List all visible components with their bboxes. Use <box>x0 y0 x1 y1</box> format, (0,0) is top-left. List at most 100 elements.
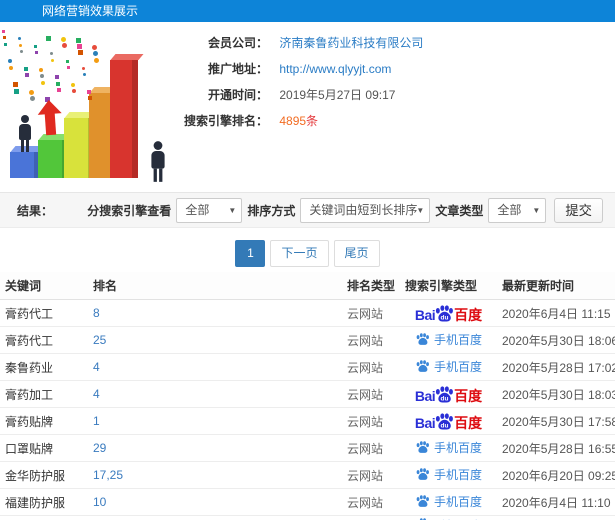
info-fields: 会员公司： 济南秦鲁药业科技有限公司 推广地址： http://www.qlyy… <box>172 34 423 138</box>
member-company-label: 会员公司： <box>207 36 268 50</box>
businessman-figure-right <box>151 141 165 182</box>
table-row: 膏药贴牌 1 云网站 Bai du 百度 2020年5月30日 17:58 <box>0 408 615 435</box>
baidu-pc-logo-icon: Bai du 百度 <box>414 304 483 322</box>
keyword-cell: 膏药贴牌 <box>5 414 54 429</box>
chevron-down-icon: ▼ <box>532 205 541 215</box>
engine-cell: Bai du 百度 <box>400 304 497 322</box>
open-time-label: 开通时间： <box>207 88 268 102</box>
baidu-mobile-logo-icon: 手机百度 <box>415 332 482 348</box>
keyword-cell: 金华防护服 <box>5 468 66 483</box>
table-header-row: 关键词 排名 排名类型 搜索引擎类型 最新更新时间 <box>0 272 615 300</box>
baidu-mobile-logo-icon: 手机百度 <box>415 494 482 510</box>
engine-cell: 手机百度 <box>400 494 497 510</box>
svg-text:du: du <box>441 314 449 321</box>
page-title: 网络营销效果展示 <box>42 4 139 18</box>
rank-cell: 10 <box>88 495 342 509</box>
header-engine-type: 搜索引擎类型 <box>405 279 478 293</box>
businessman-figure-left <box>19 115 31 152</box>
rank-cell: 25 <box>88 333 342 347</box>
results-table: 关键词 排名 排名类型 搜索引擎类型 最新更新时间 膏药代工 8 云网站 Bai… <box>0 272 615 520</box>
rank-link[interactable]: 1 <box>93 414 100 428</box>
table-row: 手机百度 <box>0 516 615 520</box>
rank-type-cell: 云网站 <box>347 468 384 483</box>
engine-cell: 手机百度 <box>400 467 497 483</box>
rank-link[interactable]: 8 <box>93 306 100 320</box>
promo-url-row: 推广地址： http://www.qlyyjt.com <box>172 60 423 76</box>
rank-link[interactable]: 29 <box>93 441 106 455</box>
table-row: 金华防护服 17,25 云网站 手机百度 2020年6月20日 09:25 <box>0 462 615 489</box>
baidu-paw-icon <box>416 467 429 480</box>
pagination-next[interactable]: 下一页 <box>270 240 329 267</box>
results-table-body: 膏药代工 8 云网站 Bai du 百度 2020年6月4日 11:15 膏药代工 … <box>0 300 615 520</box>
table-row: 秦鲁药业 4 云网站 手机百度 2020年5月28日 17:02 <box>0 354 615 381</box>
svg-text:du: du <box>441 395 449 402</box>
keyword-cell: 秦鲁药业 <box>5 360 54 375</box>
engine-cell: 手机百度 <box>400 516 497 520</box>
filter-bar: 结果： 分搜索引擎查看 全部 ▼ 排序方式 关键词由短到长排序 ▼ 文章类型 全… <box>0 192 615 228</box>
pagination-page-1[interactable]: 1 <box>235 240 266 267</box>
promo-url-link[interactable]: http://www.qlyyjt.com <box>279 62 391 76</box>
svg-text:du: du <box>441 422 449 429</box>
rank-link[interactable]: 4 <box>93 360 100 374</box>
submit-button[interactable]: 提交 <box>554 197 603 223</box>
rank-link[interactable]: 10 <box>93 495 106 509</box>
chart-illustration <box>2 30 170 182</box>
updated-cell: 2020年5月30日 18:03 <box>502 387 615 402</box>
engine-cell: Bai du 百度 <box>400 412 497 430</box>
chevron-down-icon: ▼ <box>228 205 237 215</box>
rank-type-cell: 云网站 <box>347 306 384 321</box>
rank-link[interactable]: 25 <box>93 333 106 347</box>
rank-cell: 29 <box>88 441 342 455</box>
rank-cell: 8 <box>88 306 342 320</box>
article-type-label: 文章类型 <box>435 203 484 218</box>
open-time-row: 开通时间： 2019年5月27日 09:17 <box>172 86 423 102</box>
pagination: 1 下一页 尾页 <box>0 240 615 267</box>
header-rank: 排名 <box>93 279 118 293</box>
updated-cell: 2020年5月28日 16:55 <box>502 441 615 456</box>
up-arrow-icon <box>36 99 63 137</box>
engine-select[interactable]: 全部 ▼ <box>176 197 243 223</box>
bar-blue <box>10 152 40 178</box>
chevron-down-icon: ▼ <box>416 205 425 215</box>
rank-cell: 1 <box>88 414 342 428</box>
table-row: 膏药加工 4 云网站 Bai du 百度 2020年5月30日 18:03 <box>0 381 615 408</box>
updated-cell: 2020年6月4日 11:10 <box>502 495 611 510</box>
engine-rank-label: 搜索引擎排名： <box>183 114 268 128</box>
window-titlebar: 网络营销效果展示 <box>0 0 615 22</box>
baidu-mobile-logo-icon: 手机百度 <box>415 359 482 375</box>
baidu-paw-icon <box>416 359 429 372</box>
rank-type-cell: 云网站 <box>347 441 384 456</box>
member-company-link[interactable]: 济南秦鲁药业科技有限公司 <box>279 36 423 50</box>
bar-red <box>110 60 138 178</box>
baidu-paw-icon <box>416 440 429 453</box>
page: 网络营销效果展示 会员公司： 济南秦鲁药业科技有限公司 推广地址： http:/… <box>0 0 615 520</box>
baidu-mobile-logo-icon: 手机百度 <box>415 440 482 456</box>
rank-type-cell: 云网站 <box>347 495 384 510</box>
keyword-cell: 福建防护服 <box>5 495 66 510</box>
sort-select[interactable]: 关键词由短到长排序 ▼ <box>300 197 431 223</box>
baidu-paw-icon <box>416 494 429 507</box>
rank-type-cell: 云网站 <box>347 387 384 402</box>
keyword-cell: 膏药代工 <box>5 306 54 321</box>
rank-link[interactable]: 4 <box>93 387 100 401</box>
engine-cell: 手机百度 <box>400 332 497 348</box>
rank-cell: 4 <box>88 360 342 374</box>
pagination-last[interactable]: 尾页 <box>333 240 380 267</box>
updated-cell: 2020年6月4日 11:15 <box>502 306 611 321</box>
keyword-cell: 膏药加工 <box>5 387 54 402</box>
promo-url-label: 推广地址： <box>207 62 268 76</box>
baidu-paw-icon <box>416 332 429 345</box>
member-company-row: 会员公司： 济南秦鲁药业科技有限公司 <box>172 34 423 50</box>
result-label: 结果： <box>17 203 54 218</box>
engine-filter-label: 分搜索引擎查看 <box>87 203 172 218</box>
baidu-paw-icon: du <box>436 385 454 403</box>
keyword-cell: 口罩贴牌 <box>5 441 54 456</box>
table-row: 福建防护服 10 云网站 手机百度 2020年6月4日 11:10 <box>0 489 615 516</box>
article-type-select[interactable]: 全部 ▼ <box>488 197 547 223</box>
updated-cell: 2020年5月28日 17:02 <box>502 360 615 375</box>
updated-cell: 2020年5月30日 17:58 <box>502 414 615 429</box>
rank-link[interactable]: 17,25 <box>93 468 123 482</box>
header-keyword: 关键词 <box>5 279 42 293</box>
engine-cell: Bai du 百度 <box>400 385 497 403</box>
table-row: 膏药代工 8 云网站 Bai du 百度 2020年6月4日 11:15 <box>0 300 615 327</box>
